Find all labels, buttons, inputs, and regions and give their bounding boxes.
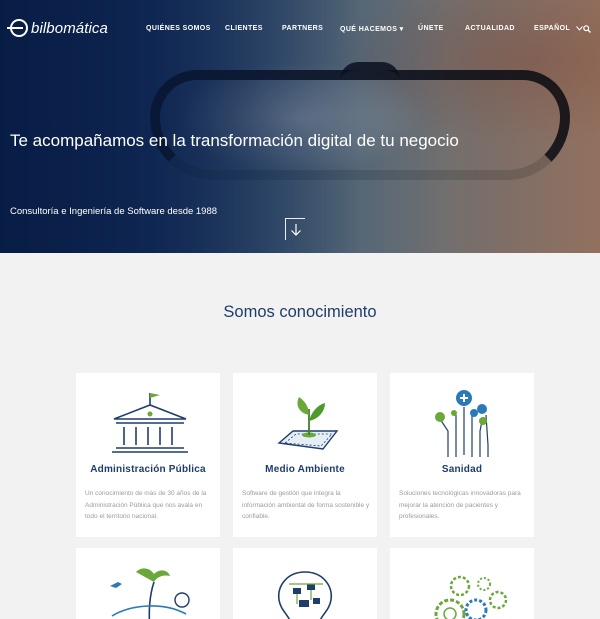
card-industria[interactable]: [390, 548, 534, 619]
scroll-down-button[interactable]: [285, 218, 305, 240]
hero-subtitle: Consultoría e Ingeniería de Software des…: [10, 206, 218, 217]
card-medio-ambiente[interactable]: Medio Ambiente Software de gestión que i…: [233, 373, 377, 537]
language-selector[interactable]: ESPAÑOL: [534, 25, 584, 32]
government-building-icon: [112, 393, 188, 453]
tourism-island-icon: [110, 568, 190, 619]
card-title: Administración Pública: [90, 464, 206, 475]
nav-item-actualidad[interactable]: ACTUALIDAD: [465, 25, 515, 32]
card-turismo[interactable]: [76, 548, 220, 619]
card-sanidad[interactable]: Sanidad Soluciones tecnológicas innovado…: [390, 373, 534, 537]
arrow-down-icon: [291, 224, 301, 236]
site-logo[interactable]: bilbomática: [7, 19, 108, 37]
hero-banner: bilbomática QUIÉNES SOMOS CLIENTES PARTN…: [0, 0, 600, 253]
nav-item-que-hacemos[interactable]: QUÉ HACEMOS ▾: [340, 25, 404, 33]
card-description: Un conocimiento de más de 30 años de la …: [85, 490, 207, 520]
logo-mark-icon: [7, 19, 28, 37]
plant-tablet-icon: [277, 397, 339, 450]
card-administracion-publica[interactable]: Administración Pública Un conocimiento d…: [76, 373, 220, 537]
nav-item-quienes-somos[interactable]: QUIÉNES SOMOS: [146, 25, 211, 32]
nav-item-unete[interactable]: ÚNETE: [418, 25, 444, 32]
logo-text: bilbomática: [31, 19, 108, 37]
hero-title: Te acompañamos en la transformación digi…: [10, 131, 459, 150]
card-title: Medio Ambiente: [265, 464, 345, 475]
search-icon[interactable]: [583, 25, 591, 33]
gears-icon: [434, 575, 508, 619]
card-description: Software de gestión que integra la infor…: [242, 490, 370, 520]
nav-item-partners[interactable]: PARTNERS: [282, 25, 323, 32]
card-description: Soluciones tecnológicas innovadoras para…: [399, 490, 521, 520]
card-tecnologia[interactable]: [233, 548, 377, 619]
language-selector-label: ESPAÑOL: [534, 25, 570, 32]
chevron-down-icon: ▾: [399, 26, 404, 33]
top-navigation: bilbomática QUIÉNES SOMOS CLIENTES PARTN…: [0, 0, 600, 58]
health-circuit-icon: [435, 390, 489, 457]
nav-item-clientes[interactable]: CLIENTES: [225, 25, 263, 32]
section-title: Somos conocimiento: [223, 303, 377, 321]
lightbulb-circuit-icon: [278, 571, 332, 619]
card-title: Sanidad: [441, 464, 483, 475]
nav-item-que-hacemos-label: QUÉ HACEMOS: [340, 26, 398, 33]
